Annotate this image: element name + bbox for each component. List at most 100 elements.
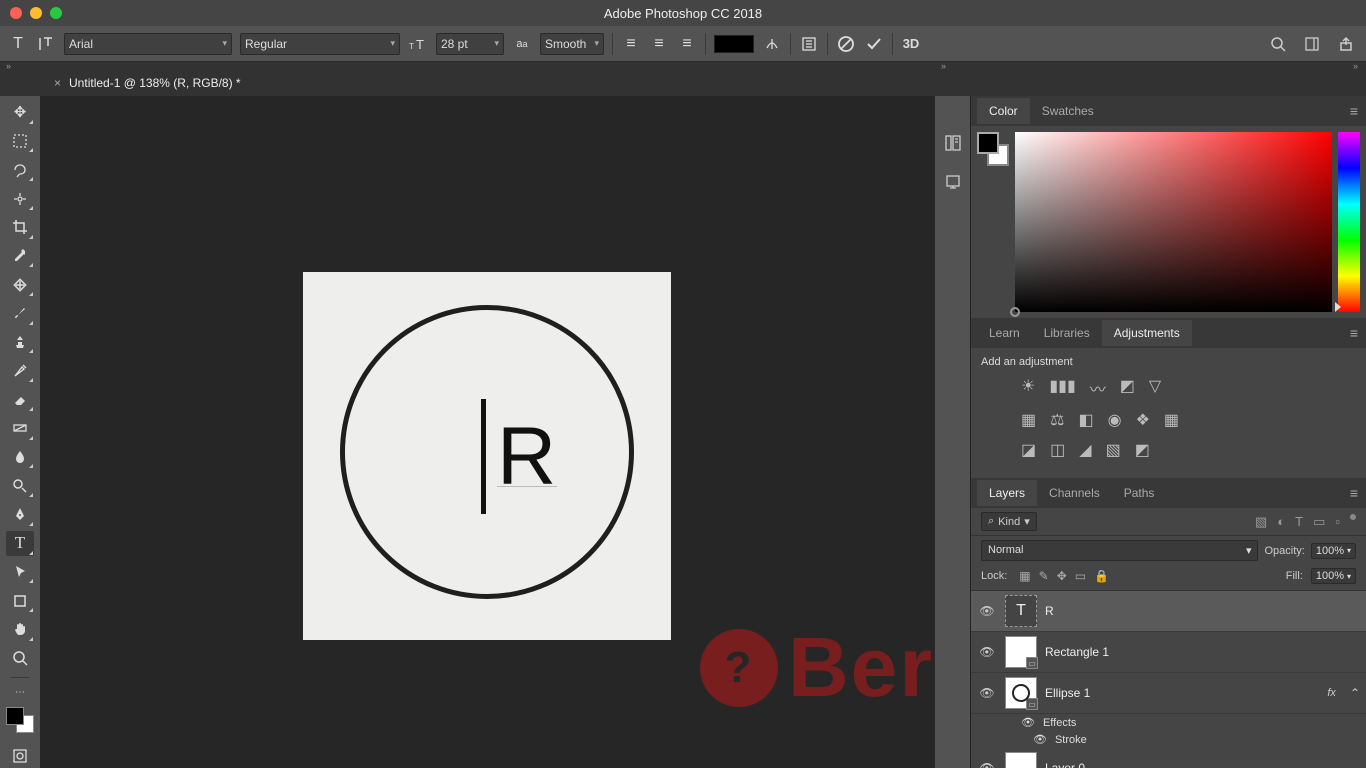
anti-alias-select[interactable]: Smooth▾: [540, 33, 604, 55]
exposure-icon[interactable]: ◩: [1120, 376, 1135, 400]
clone-stamp-tool[interactable]: [6, 330, 34, 355]
tab-swatches[interactable]: Swatches: [1030, 98, 1106, 124]
layer-effect-stroke[interactable]: 👁 Stroke: [971, 731, 1366, 748]
expand-chevron-icon[interactable]: »: [941, 61, 946, 71]
warp-text-icon[interactable]: [762, 34, 782, 54]
workspace-icon[interactable]: [1302, 34, 1322, 54]
3d-button[interactable]: 3D: [901, 34, 921, 54]
path-select-tool[interactable]: [6, 560, 34, 585]
levels-icon[interactable]: ▮▮▮: [1049, 376, 1075, 400]
visibility-icon[interactable]: 👁: [977, 604, 997, 618]
properties-panel-icon[interactable]: [942, 172, 964, 194]
history-brush-tool[interactable]: [6, 358, 34, 383]
text-orientation-icon[interactable]: [36, 34, 56, 54]
layer-thumbnail[interactable]: ▭: [1005, 636, 1037, 668]
brightness-icon[interactable]: ☀: [1021, 376, 1035, 400]
document-tab[interactable]: × Untitled-1 @ 138% (R, RGB/8) *: [42, 70, 253, 96]
tab-learn[interactable]: Learn: [977, 320, 1032, 346]
selective-color-icon[interactable]: ◩: [1135, 440, 1150, 460]
curves-icon[interactable]: 〰: [1090, 376, 1106, 400]
photo-filter-icon[interactable]: ◉: [1108, 410, 1122, 430]
gradient-map-icon[interactable]: ▧: [1106, 440, 1121, 460]
commit-icon[interactable]: [864, 34, 884, 54]
layer-row[interactable]: 👁 ▭ Ellipse 1 fx ⌃: [971, 673, 1366, 714]
align-left-icon[interactable]: ≡: [621, 34, 641, 54]
rectangle-tool[interactable]: [6, 588, 34, 613]
expand-chevron-icon[interactable]: »: [6, 61, 11, 71]
tab-paths[interactable]: Paths: [1112, 480, 1167, 506]
move-tool[interactable]: ✥: [6, 100, 34, 125]
filter-type-icon[interactable]: T: [1295, 514, 1303, 530]
tab-channels[interactable]: Channels: [1037, 480, 1112, 506]
close-window-button[interactable]: [10, 7, 22, 19]
history-panel-icon[interactable]: [942, 132, 964, 154]
color-foreground[interactable]: [977, 132, 999, 154]
panel-menu-icon[interactable]: ≡: [1350, 485, 1358, 501]
channel-mixer-icon[interactable]: ❖: [1136, 410, 1150, 430]
tab-adjustments[interactable]: Adjustments: [1102, 320, 1192, 346]
tab-color[interactable]: Color: [977, 98, 1030, 124]
bw-icon[interactable]: ◧: [1078, 410, 1093, 430]
layer-filter-kind[interactable]: ⌕ Kind ▾: [981, 512, 1037, 531]
posterize-icon[interactable]: ◫: [1050, 440, 1065, 460]
quick-select-tool[interactable]: [6, 186, 34, 211]
visibility-icon[interactable]: 👁: [977, 761, 997, 768]
filter-shape-icon[interactable]: ▭: [1313, 514, 1325, 530]
font-style-select[interactable]: Regular▾: [240, 33, 400, 55]
gradient-tool[interactable]: [6, 416, 34, 441]
filter-smart-icon[interactable]: ▫: [1335, 514, 1340, 530]
layer-fx-badge[interactable]: fx: [1327, 687, 1336, 699]
align-right-icon[interactable]: ≡: [677, 34, 697, 54]
canvas-area[interactable]: R ? Berakal.com: [40, 96, 934, 768]
layer-row[interactable]: 👁 T R: [971, 591, 1366, 632]
tab-libraries[interactable]: Libraries: [1032, 320, 1102, 346]
blur-tool[interactable]: [6, 445, 34, 470]
color-balance-icon[interactable]: ⚖: [1050, 410, 1064, 430]
foreground-background-colors[interactable]: [6, 707, 34, 734]
dodge-tool[interactable]: [6, 473, 34, 498]
threshold-icon[interactable]: ◢: [1079, 440, 1091, 460]
layer-thumbnail[interactable]: [1005, 752, 1037, 768]
filter-adjust-icon[interactable]: ◐: [1277, 514, 1285, 530]
layer-thumbnail[interactable]: T: [1005, 595, 1037, 627]
eyedropper-tool[interactable]: [6, 244, 34, 269]
font-family-select[interactable]: Arial▾: [64, 33, 232, 55]
layer-row[interactable]: 👁 Layer 0: [971, 748, 1366, 768]
visibility-icon[interactable]: 👁: [977, 645, 997, 659]
chevron-up-icon[interactable]: ⌃: [1350, 686, 1360, 700]
visibility-icon[interactable]: 👁: [1021, 716, 1035, 729]
cancel-icon[interactable]: [836, 34, 856, 54]
vibrance-icon[interactable]: ▽: [1149, 376, 1161, 400]
layer-row[interactable]: 👁 ▭ Rectangle 1: [971, 632, 1366, 673]
lock-position-icon[interactable]: ✥: [1057, 569, 1067, 583]
character-panel-icon[interactable]: [799, 34, 819, 54]
brush-tool[interactable]: [6, 301, 34, 326]
close-tab-icon[interactable]: ×: [54, 76, 61, 90]
share-icon[interactable]: [1336, 34, 1356, 54]
zoom-tool[interactable]: [6, 646, 34, 671]
lock-all-icon[interactable]: 🔒: [1094, 569, 1109, 583]
lock-pixels-icon[interactable]: ✎: [1039, 569, 1049, 583]
invert-icon[interactable]: ◪: [1021, 440, 1036, 460]
fill-input[interactable]: 100% ▾: [1311, 568, 1356, 584]
eraser-tool[interactable]: [6, 387, 34, 412]
text-color-swatch[interactable]: [714, 35, 754, 53]
lock-artboard-icon[interactable]: ▭: [1075, 569, 1086, 583]
color-fgbg-swatches[interactable]: [977, 132, 1009, 312]
quick-mask-icon[interactable]: [6, 743, 34, 768]
maximize-window-button[interactable]: [50, 7, 62, 19]
lock-transparency-icon[interactable]: ▦: [1019, 569, 1030, 583]
blend-mode-select[interactable]: Normal ▾: [981, 540, 1258, 561]
filter-toggle[interactable]: [1350, 514, 1356, 520]
pen-tool[interactable]: [6, 502, 34, 527]
hue-slider[interactable]: [1338, 132, 1360, 312]
layer-thumbnail[interactable]: ▭: [1005, 677, 1037, 709]
search-icon[interactable]: [1268, 34, 1288, 54]
tab-layers[interactable]: Layers: [977, 480, 1037, 506]
opacity-input[interactable]: 100% ▾: [1311, 543, 1356, 559]
font-size-select[interactable]: 28 pt▾: [436, 33, 504, 55]
healing-tool[interactable]: [6, 272, 34, 297]
visibility-icon[interactable]: 👁: [977, 686, 997, 700]
edit-toolbar-icon[interactable]: ⋯: [6, 685, 34, 700]
panel-menu-icon[interactable]: ≡: [1350, 325, 1358, 341]
